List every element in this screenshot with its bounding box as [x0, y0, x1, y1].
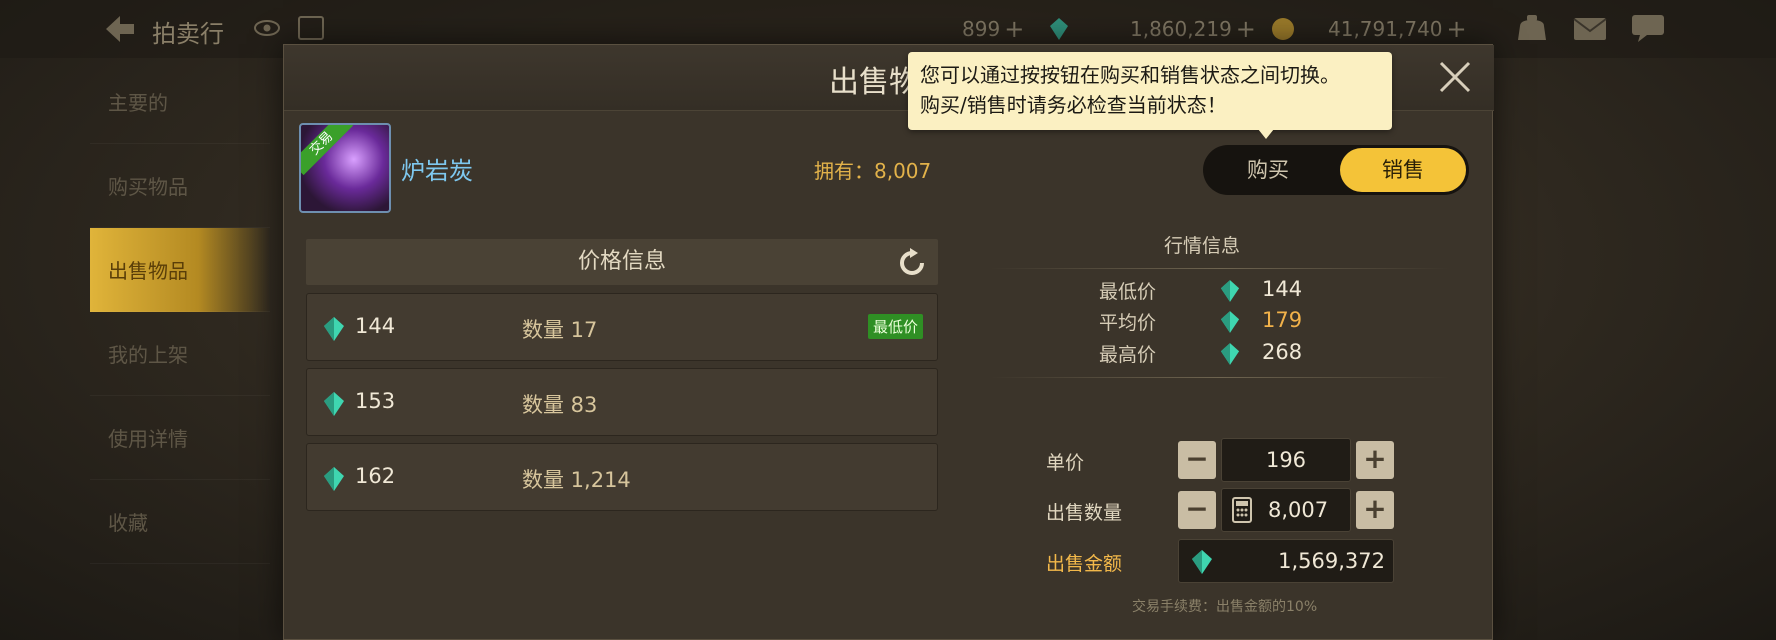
back-arrow-icon[interactable]	[102, 12, 138, 46]
gem-icon	[1220, 343, 1240, 365]
sidebar-item-label: 使用详情	[108, 427, 188, 451]
owned-count: 拥有：8,007	[814, 159, 932, 183]
gem-icon	[1220, 311, 1240, 333]
close-icon[interactable]	[1437, 59, 1473, 95]
item-icon[interactable]: 交易	[299, 123, 391, 213]
row-price: 162	[355, 464, 396, 488]
sidebar-item-favorites[interactable]: 收藏	[90, 480, 270, 564]
page-title: 拍卖行	[152, 20, 224, 48]
sell-dialog: 出售物 交易 炉岩炭 拥有：8,007 购买 销售 价格信息 144 数量 17…	[283, 44, 1494, 640]
sidebar-item-label: 购买物品	[108, 175, 188, 199]
currency-value: 1,860,219	[1130, 17, 1232, 41]
add-currency-button[interactable]: +	[1004, 15, 1024, 43]
unit-price-decrease-button[interactable]: −	[1178, 441, 1216, 479]
gem-icon	[324, 392, 344, 416]
sidebar-item-usage[interactable]: 使用详情	[90, 396, 270, 480]
quantity-field[interactable]: 8,007	[1221, 488, 1351, 532]
unit-price-label: 单价	[1046, 452, 1085, 474]
row-quantity: 数量 1,214	[522, 468, 631, 492]
trade-badge: 交易	[301, 125, 354, 176]
unit-price-field[interactable]: 196	[1221, 438, 1351, 482]
sidebar-item-label: 我的上架	[108, 343, 188, 367]
refresh-icon[interactable]	[896, 247, 928, 279]
currency-moon: 899 +	[818, 12, 1024, 46]
add-currency-button[interactable]: +	[1236, 15, 1256, 43]
max-price-label: 最高价	[1099, 344, 1157, 366]
tooltip-pointer	[1258, 129, 1274, 139]
price-row[interactable]: 162 数量 1,214	[306, 443, 938, 511]
sidebar-item-main[interactable]: 主要的	[90, 60, 270, 144]
quantity-increase-button[interactable]: +	[1356, 491, 1394, 529]
price-info-title: 价格信息	[577, 249, 666, 274]
gem-icon	[1050, 18, 1068, 40]
lowest-price-badge: 最低价	[868, 314, 924, 339]
dialog-title: 出售物	[829, 65, 919, 100]
currency-gem: 1,860,219 +	[1046, 12, 1256, 46]
avg-price-label: 平均价	[1099, 312, 1157, 334]
tooltip-line: 购买/销售时请务必检查当前状态！	[920, 93, 1227, 117]
eye-icon[interactable]	[253, 18, 281, 38]
sidebar-item-my-listings[interactable]: 我的上架	[90, 312, 270, 396]
sidebar-item-label: 主要的	[108, 91, 168, 115]
gem-icon	[1220, 280, 1240, 302]
price-row[interactable]: 144 数量 17 最低价	[306, 293, 938, 361]
document-icon[interactable]	[298, 16, 324, 40]
sell-total-value: 1,569,372	[1278, 549, 1385, 573]
min-price-value: 144	[1262, 277, 1303, 301]
max-price-value: 268	[1262, 340, 1303, 364]
row-price: 153	[355, 389, 396, 413]
moon-token-icon	[825, 19, 835, 39]
quantity-value: 8,007	[1268, 498, 1329, 522]
buy-toggle-button[interactable]: 购买	[1203, 145, 1333, 195]
gem-icon	[324, 467, 344, 491]
avg-price-value: 179	[1262, 308, 1303, 332]
sell-total-label: 出售金额	[1046, 553, 1123, 575]
buy-sell-toggle[interactable]: 购买 销售	[1203, 145, 1469, 195]
sidebar-item-sell[interactable]: 出售物品	[90, 228, 270, 312]
currency-value: 899	[962, 17, 1001, 41]
currency-value: 41,791,740	[1328, 17, 1443, 41]
sidebar-item-buy[interactable]: 购买物品	[90, 144, 270, 228]
sidebar-item-label: 收藏	[108, 511, 148, 535]
divider	[990, 268, 1450, 269]
sell-total-field: 1,569,372	[1178, 539, 1394, 583]
gold-coin-icon	[1272, 18, 1294, 40]
row-price: 144	[355, 314, 396, 338]
toggle-tooltip: 您可以通过按按钮在购买和销售状态之间切换。 购买/销售时请务必检查当前状态！	[908, 52, 1392, 130]
fee-note: 交易手续费：出售金额的10%	[1132, 599, 1318, 615]
divider	[990, 377, 1450, 378]
add-currency-button[interactable]: +	[1447, 15, 1467, 43]
price-info-header: 价格信息	[306, 239, 938, 285]
calculator-icon[interactable]	[1232, 497, 1252, 523]
bag-icon[interactable]	[1514, 12, 1550, 44]
price-row[interactable]: 153 数量 83	[306, 368, 938, 436]
mail-icon[interactable]	[1572, 12, 1608, 44]
currency-gold: 41,791,740 +	[1270, 12, 1467, 46]
row-quantity: 数量 17	[522, 318, 598, 342]
sidebar-item-label: 出售物品	[108, 259, 188, 283]
item-name: 炉岩炭	[401, 157, 473, 185]
quantity-decrease-button[interactable]: −	[1178, 491, 1216, 529]
market-info-title: 行情信息	[1163, 235, 1240, 257]
min-price-label: 最低价	[1099, 281, 1157, 303]
chat-icon[interactable]	[1630, 12, 1666, 44]
gem-icon	[1192, 550, 1212, 574]
sell-toggle-button[interactable]: 销售	[1340, 148, 1466, 192]
sell-quantity-label: 出售数量	[1046, 502, 1123, 524]
unit-price-increase-button[interactable]: +	[1356, 441, 1394, 479]
row-quantity: 数量 83	[522, 393, 598, 417]
gem-icon	[324, 317, 344, 341]
tooltip-line: 您可以通过按按钮在购买和销售状态之间切换。	[920, 63, 1340, 87]
